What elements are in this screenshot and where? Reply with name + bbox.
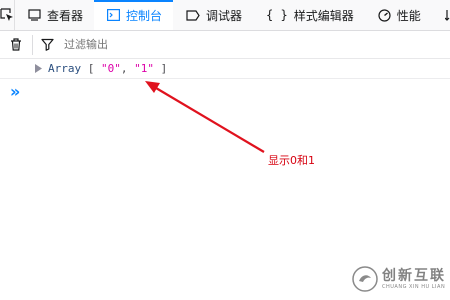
watermark-name: 创新互联 bbox=[382, 267, 446, 284]
annotation-label: 显示0和1 bbox=[268, 154, 315, 167]
annotation-arrow bbox=[145, 81, 265, 153]
watermark-subtitle: CHUANG XIN HU LIAN bbox=[382, 283, 446, 290]
watermark: 创新互联 CHUANG XIN HU LIAN bbox=[352, 266, 446, 292]
watermark-logo-icon bbox=[352, 266, 378, 292]
